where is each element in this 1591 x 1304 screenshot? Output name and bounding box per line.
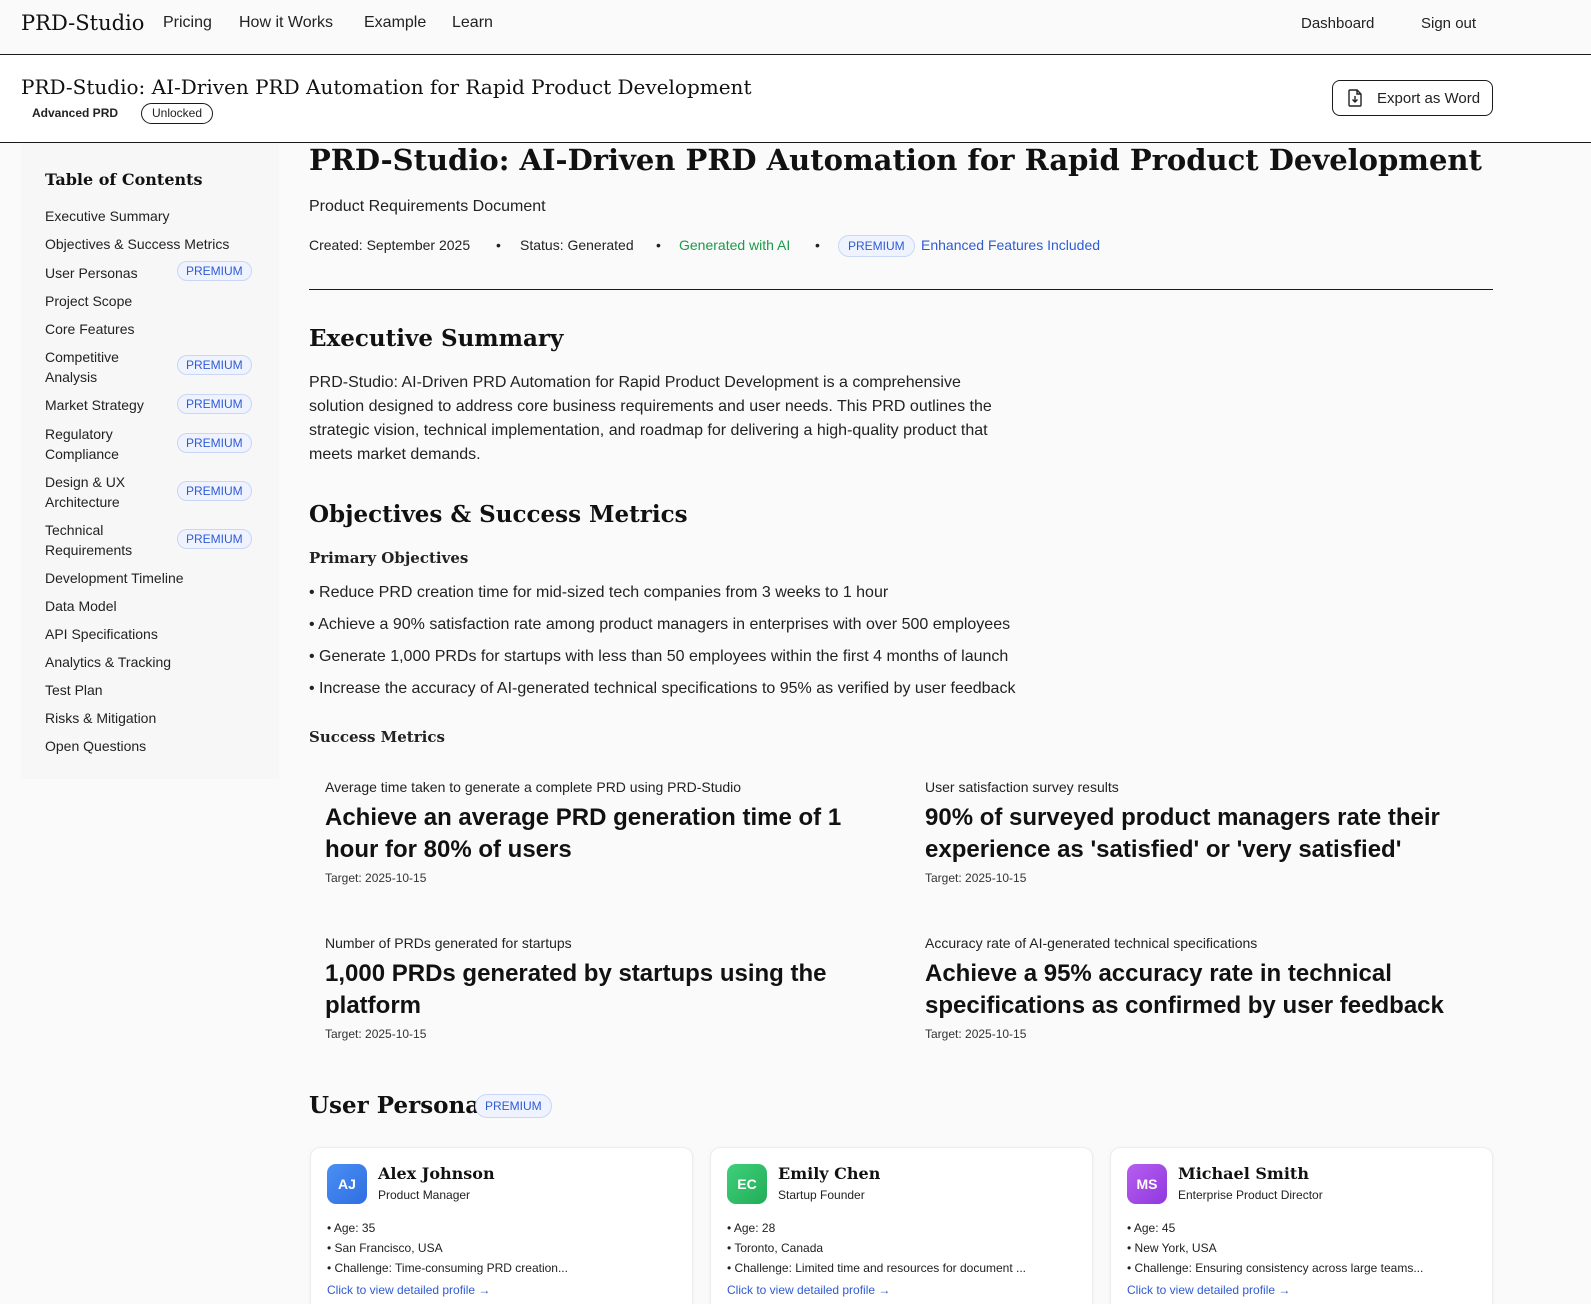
persona-challenge: • Challenge: Time-consuming PRD creation… bbox=[327, 1261, 568, 1275]
page-title: PRD-Studio: AI-Driven PRD Automation for… bbox=[309, 143, 1482, 177]
objective-item: • Generate 1,000 PRDs for startups with … bbox=[309, 648, 1009, 665]
primary-objectives-heading: Primary Objectives bbox=[309, 549, 469, 567]
meta-separator: • bbox=[815, 237, 820, 253]
premium-badge: PREMIUM bbox=[177, 433, 252, 453]
persona-role: Product Manager bbox=[378, 1188, 471, 1202]
persona-role: Startup Founder bbox=[778, 1188, 865, 1202]
toc-item-technical-requirements[interactable]: Technical Requirements bbox=[45, 520, 155, 560]
metric-label: Average time taken to generate a complet… bbox=[325, 779, 742, 795]
metric-label: Number of PRDs generated for startups bbox=[325, 935, 572, 951]
persona-card[interactable]: AJ Alex Johnson Product Manager • Age: 3… bbox=[310, 1147, 693, 1304]
divider bbox=[309, 289, 1493, 290]
unlocked-badge: Unlocked bbox=[141, 103, 214, 124]
document-type: Product Requirements Document bbox=[309, 198, 546, 215]
document-header-title: PRD-Studio: AI-Driven PRD Automation for… bbox=[21, 75, 752, 99]
premium-badge: PREMIUM bbox=[475, 1094, 552, 1118]
persona-age: • Age: 28 bbox=[727, 1221, 776, 1235]
objective-item: • Achieve a 90% satisfaction rate among … bbox=[309, 616, 1011, 633]
generated-ai-label: Generated with AI bbox=[679, 237, 791, 253]
persona-name: Michael Smith bbox=[1178, 1164, 1309, 1183]
toc-item-market-strategy[interactable]: Market Strategy bbox=[45, 395, 144, 415]
persona-challenge: • Challenge: Limited time and resources … bbox=[727, 1261, 1027, 1275]
metric-label: Accuracy rate of AI-generated technical … bbox=[925, 935, 1258, 951]
toc-item-objectives[interactable]: Objectives & Success Metrics bbox=[45, 234, 229, 254]
toc-item-competitive-analysis[interactable]: Competitive Analysis bbox=[45, 347, 155, 387]
toc-item-regulatory-compliance[interactable]: Regulatory Compliance bbox=[45, 424, 155, 464]
metric-value: Achieve an average PRD generation time o… bbox=[325, 804, 842, 863]
persona-location: • Toronto, Canada bbox=[727, 1241, 824, 1255]
objective-item: • Increase the accuracy of AI-generated … bbox=[309, 680, 1016, 697]
export-word-label: Export as Word bbox=[1377, 89, 1481, 107]
persona-card[interactable]: MS Michael Smith Enterprise Product Dire… bbox=[1110, 1147, 1493, 1304]
premium-badge: PREMIUM bbox=[838, 235, 915, 257]
metric-value: 90% of surveyed product managers rate th… bbox=[925, 804, 1440, 863]
premium-badge: PREMIUM bbox=[177, 529, 252, 549]
executive-summary-text: PRD-Studio: AI-Driven PRD Automation for… bbox=[309, 374, 992, 463]
document-download-icon bbox=[1348, 89, 1362, 107]
view-profile-link[interactable]: Click to view detailed profile → bbox=[727, 1283, 890, 1297]
premium-badge: PREMIUM bbox=[177, 394, 252, 414]
nav-pricing[interactable]: Pricing bbox=[163, 14, 212, 32]
view-profile-link[interactable]: Click to view detailed profile → bbox=[1127, 1283, 1290, 1297]
meta-separator: • bbox=[496, 237, 501, 253]
user-personas-heading: User Personas bbox=[309, 1092, 494, 1119]
persona-card[interactable]: EC Emily Chen Startup Founder • Age: 28 … bbox=[710, 1147, 1093, 1304]
toc-item-open-questions[interactable]: Open Questions bbox=[45, 736, 146, 756]
toc-item-analytics-tracking[interactable]: Analytics & Tracking bbox=[45, 652, 171, 672]
toc-item-api-specifications[interactable]: API Specifications bbox=[45, 624, 158, 644]
persona-name: Alex Johnson bbox=[378, 1164, 495, 1183]
toc-item-test-plan[interactable]: Test Plan bbox=[45, 680, 103, 700]
metric-target: Target: 2025-10-15 bbox=[925, 871, 1027, 885]
enhanced-features-label: Enhanced Features Included bbox=[921, 237, 1101, 253]
persona-location: • San Francisco, USA bbox=[327, 1241, 443, 1255]
objectives-heading: Objectives & Success Metrics bbox=[309, 501, 688, 528]
executive-summary-heading: Executive Summary bbox=[309, 325, 564, 352]
brand-logo[interactable]: PRD-Studio bbox=[21, 11, 144, 35]
metric-value: 1,000 PRDs generated by startups using t… bbox=[325, 960, 827, 1019]
document-header: PRD-Studio: AI-Driven PRD Automation for… bbox=[0, 55, 1591, 143]
toc-item-design-ux[interactable]: Design & UX Architecture bbox=[45, 472, 155, 512]
meta-separator: • bbox=[656, 237, 661, 253]
toc-item-user-personas[interactable]: User Personas bbox=[45, 263, 138, 283]
nav-dashboard[interactable]: Dashboard bbox=[1301, 15, 1374, 32]
toc-item-project-scope[interactable]: Project Scope bbox=[45, 291, 132, 311]
toc-item-executive-summary[interactable]: Executive Summary bbox=[45, 206, 169, 226]
metric-target: Target: 2025-10-15 bbox=[325, 1027, 427, 1041]
toc-item-risks-mitigation[interactable]: Risks & Mitigation bbox=[45, 708, 156, 728]
metric-value: Achieve a 95% accuracy rate in technical… bbox=[925, 960, 1444, 1019]
view-profile-link[interactable]: Click to view detailed profile → bbox=[327, 1283, 490, 1297]
premium-badge: PREMIUM bbox=[177, 355, 252, 375]
toc-item-development-timeline[interactable]: Development Timeline bbox=[45, 568, 184, 588]
toc-item-data-model[interactable]: Data Model bbox=[45, 596, 117, 616]
metric-label: User satisfaction survey results bbox=[925, 779, 1119, 795]
persona-challenge: • Challenge: Ensuring consistency across… bbox=[1127, 1261, 1424, 1275]
premium-badge: PREMIUM bbox=[177, 481, 252, 501]
avatar: EC bbox=[727, 1164, 767, 1204]
toc-item-core-features[interactable]: Core Features bbox=[45, 319, 134, 339]
persona-age: • Age: 35 bbox=[327, 1221, 376, 1235]
metric-target: Target: 2025-10-15 bbox=[925, 1027, 1027, 1041]
persona-age: • Age: 45 bbox=[1127, 1221, 1176, 1235]
premium-badge: PREMIUM bbox=[177, 261, 252, 281]
status-text: Status: Generated bbox=[520, 237, 634, 253]
table-of-contents: Table of Contents Executive Summary Obje… bbox=[21, 143, 279, 779]
persona-name: Emily Chen bbox=[778, 1164, 881, 1183]
nav-sign-out[interactable]: Sign out bbox=[1421, 15, 1476, 32]
objective-item: • Reduce PRD creation time for mid-sized… bbox=[309, 584, 889, 601]
success-metrics-heading: Success Metrics bbox=[309, 728, 445, 746]
persona-role: Enterprise Product Director bbox=[1178, 1188, 1323, 1202]
persona-location: • New York, USA bbox=[1127, 1241, 1217, 1255]
nav-how-it-works[interactable]: How it Works bbox=[239, 14, 333, 32]
nav-learn[interactable]: Learn bbox=[452, 14, 493, 32]
metric-target: Target: 2025-10-15 bbox=[325, 871, 427, 885]
toc-title: Table of Contents bbox=[45, 170, 203, 189]
avatar: MS bbox=[1127, 1164, 1167, 1204]
plan-label: Advanced PRD bbox=[32, 106, 119, 120]
created-date: Created: September 2025 bbox=[309, 237, 471, 253]
nav-example[interactable]: Example bbox=[364, 14, 426, 32]
top-nav: PRD-Studio Pricing How it Works Example … bbox=[0, 0, 1591, 55]
export-word-button[interactable]: Export as Word bbox=[1332, 80, 1493, 116]
avatar: AJ bbox=[327, 1164, 367, 1204]
